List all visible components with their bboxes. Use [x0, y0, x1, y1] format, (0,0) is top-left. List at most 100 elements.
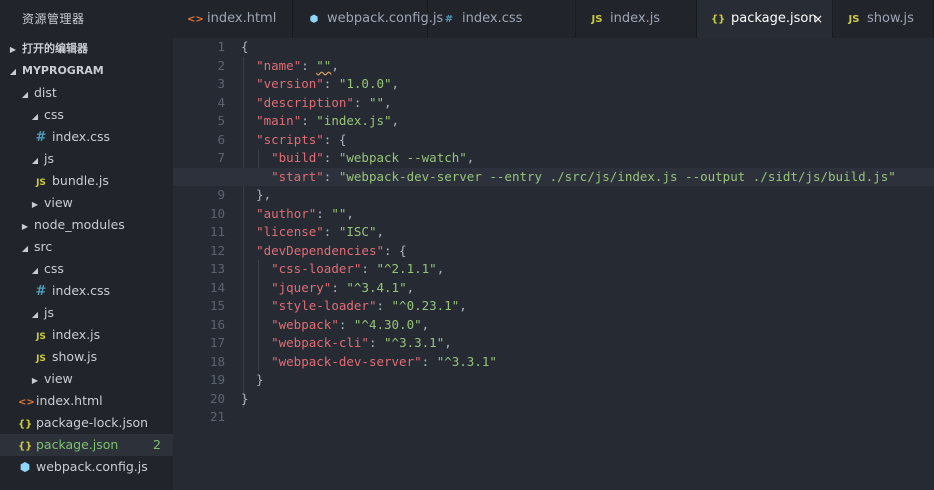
code-line[interactable]: "devDependencies": {: [241, 242, 934, 261]
tree-item[interactable]: ◢ MYPROGRAM: [0, 60, 173, 82]
code-area[interactable]: { "name": "", "version": "1.0.0", "descr…: [173, 38, 934, 427]
tab-label: index.js: [610, 11, 661, 26]
chevron-down-icon[interactable]: ◢: [20, 84, 30, 106]
tree-item[interactable]: {} package-lock.json: [0, 412, 173, 434]
tree-item-label: node_modules: [34, 217, 125, 232]
code-line[interactable]: },: [241, 186, 934, 205]
tree-item-label: js: [44, 305, 54, 320]
json-string-token: "index.js": [316, 113, 392, 128]
close-icon[interactable]: ×: [813, 0, 823, 38]
code-line[interactable]: "build": "webpack --watch",: [241, 149, 934, 168]
json-string-token: "": [368, 94, 385, 110]
code-line[interactable]: {: [241, 38, 934, 57]
punctuation-token: [241, 280, 271, 295]
tree-item[interactable]: ▶ view: [0, 368, 173, 390]
tab-label: index.html: [207, 11, 277, 26]
chevron-down-icon[interactable]: ◢: [30, 304, 40, 326]
code-line[interactable]: "style-loader": "^0.23.1",: [241, 297, 934, 316]
json-key-token: "jquery": [271, 279, 332, 295]
punctuation-token: ,: [459, 298, 467, 313]
line-number: 1: [217, 39, 225, 54]
chevron-down-icon[interactable]: ◢: [30, 106, 40, 128]
line-number: 9: [217, 187, 225, 202]
tree-item[interactable]: ◢ js: [0, 302, 173, 324]
tree-item[interactable]: ◢ src: [0, 236, 173, 258]
json-key-token: "scripts": [256, 131, 324, 147]
chevron-right-icon[interactable]: ▶: [30, 194, 40, 216]
tree-item-label: MYPROGRAM: [22, 64, 104, 77]
line-number: 7: [217, 150, 225, 165]
chevron-right-icon[interactable]: ▶: [20, 216, 30, 238]
tree-item[interactable]: ▶ node_modules: [0, 214, 173, 236]
code-line[interactable]: [241, 408, 934, 427]
tree-item[interactable]: JS bundle.js: [0, 170, 173, 192]
code-editor[interactable]: 123456789101112131415161718192021 { "nam…: [173, 38, 934, 490]
tree-item-label: dist: [34, 85, 57, 100]
tree-item[interactable]: # index.css: [0, 280, 173, 302]
code-line[interactable]: "webpack-dev-server": "^3.3.1": [241, 353, 934, 372]
punctuation-token: [241, 113, 256, 128]
line-number: 14: [209, 279, 225, 295]
chevron-right-icon[interactable]: ▶: [8, 39, 18, 61]
tree-item[interactable]: ⬢ webpack.config.js: [0, 456, 173, 478]
code-line[interactable]: "name": "",: [241, 57, 934, 76]
code-line[interactable]: "author": "",: [241, 205, 934, 224]
tab-index-css[interactable]: # index.css: [428, 0, 576, 38]
tree-item[interactable]: JS show.js: [0, 346, 173, 368]
explorer-sidebar: 资源管理器 ▶ 打开的编辑器 ◢ MYPROGRAM ◢ dist ◢ css # index.c…: [0, 0, 173, 490]
punctuation-token: :: [323, 76, 339, 91]
tree-item[interactable]: ◢ css: [0, 258, 173, 280]
line-number: 12: [209, 242, 225, 258]
punctuation-token: [241, 76, 256, 91]
code-line[interactable]: }: [241, 371, 934, 390]
chevron-down-icon[interactable]: ◢: [8, 61, 18, 83]
code-line[interactable]: "jquery": "^3.4.1",: [241, 279, 934, 298]
line-number: 3: [217, 76, 225, 91]
line-number: 6: [217, 131, 225, 147]
punctuation-token: ,: [444, 335, 452, 350]
tree-item[interactable]: JS index.js: [0, 324, 173, 346]
punctuation-token: :: [301, 57, 317, 73]
json-file-icon: {}: [18, 419, 33, 430]
tab-show-js[interactable]: JS show.js: [833, 0, 934, 38]
tab-label: show.js: [867, 11, 914, 26]
code-line[interactable]: "webpack": "^4.30.0",: [241, 316, 934, 335]
line-number-gutter: 123456789101112131415161718192021: [173, 38, 225, 427]
tree-item[interactable]: <>index.html: [0, 390, 173, 412]
tab-index-js[interactable]: JS index.js: [576, 0, 697, 38]
tab-package-json[interactable]: {} package.json ×: [697, 0, 833, 38]
code-line[interactable]: "version": "1.0.0",: [241, 75, 934, 94]
code-line[interactable]: "main": "index.js",: [241, 112, 934, 131]
chevron-right-icon[interactable]: ▶: [30, 370, 40, 392]
tree-item[interactable]: ▶ 打开的编辑器: [0, 38, 173, 60]
code-line[interactable]: "scripts": {: [241, 131, 934, 150]
punctuation-token: [241, 354, 271, 369]
tab-index-html[interactable]: <> index.html: [173, 0, 293, 38]
chevron-down-icon[interactable]: ◢: [30, 260, 40, 282]
tree-item[interactable]: ◢ dist: [0, 82, 173, 104]
punctuation-token: :: [323, 150, 339, 165]
tree-item[interactable]: ◢ js: [0, 148, 173, 170]
line-number: 4: [217, 94, 225, 110]
chevron-down-icon[interactable]: ◢: [20, 238, 30, 260]
json-string-token: "": [331, 205, 347, 221]
punctuation-token: [241, 58, 256, 73]
punctuation-token: }: [241, 390, 249, 406]
json-key-token: "start": [271, 168, 324, 184]
tree-item-label: index.css: [52, 129, 111, 144]
tab-webpack-config-js[interactable]: ⬢ webpack.config.js: [293, 0, 443, 38]
code-line[interactable]: "description": "",: [241, 94, 934, 113]
code-line[interactable]: "start": "webpack-dev-server --entry ./s…: [173, 167, 934, 186]
line-number: 15: [209, 298, 225, 313]
code-line[interactable]: }: [241, 390, 934, 409]
tree-item[interactable]: ▶ view: [0, 192, 173, 214]
chevron-down-icon[interactable]: ◢: [30, 150, 40, 172]
punctuation-token: :: [353, 94, 369, 110]
tree-item[interactable]: # index.css: [0, 126, 173, 148]
code-line[interactable]: "license": "ISC",: [241, 223, 934, 242]
tree-item[interactable]: ◢ css: [0, 104, 173, 126]
code-line[interactable]: "webpack-cli": "^3.3.1",: [241, 334, 934, 353]
json-string-token: "webpack --watch": [338, 150, 467, 165]
tree-item[interactable]: {} package.json 2: [0, 434, 173, 456]
code-line[interactable]: "css-loader": "^2.1.1",: [241, 260, 934, 279]
